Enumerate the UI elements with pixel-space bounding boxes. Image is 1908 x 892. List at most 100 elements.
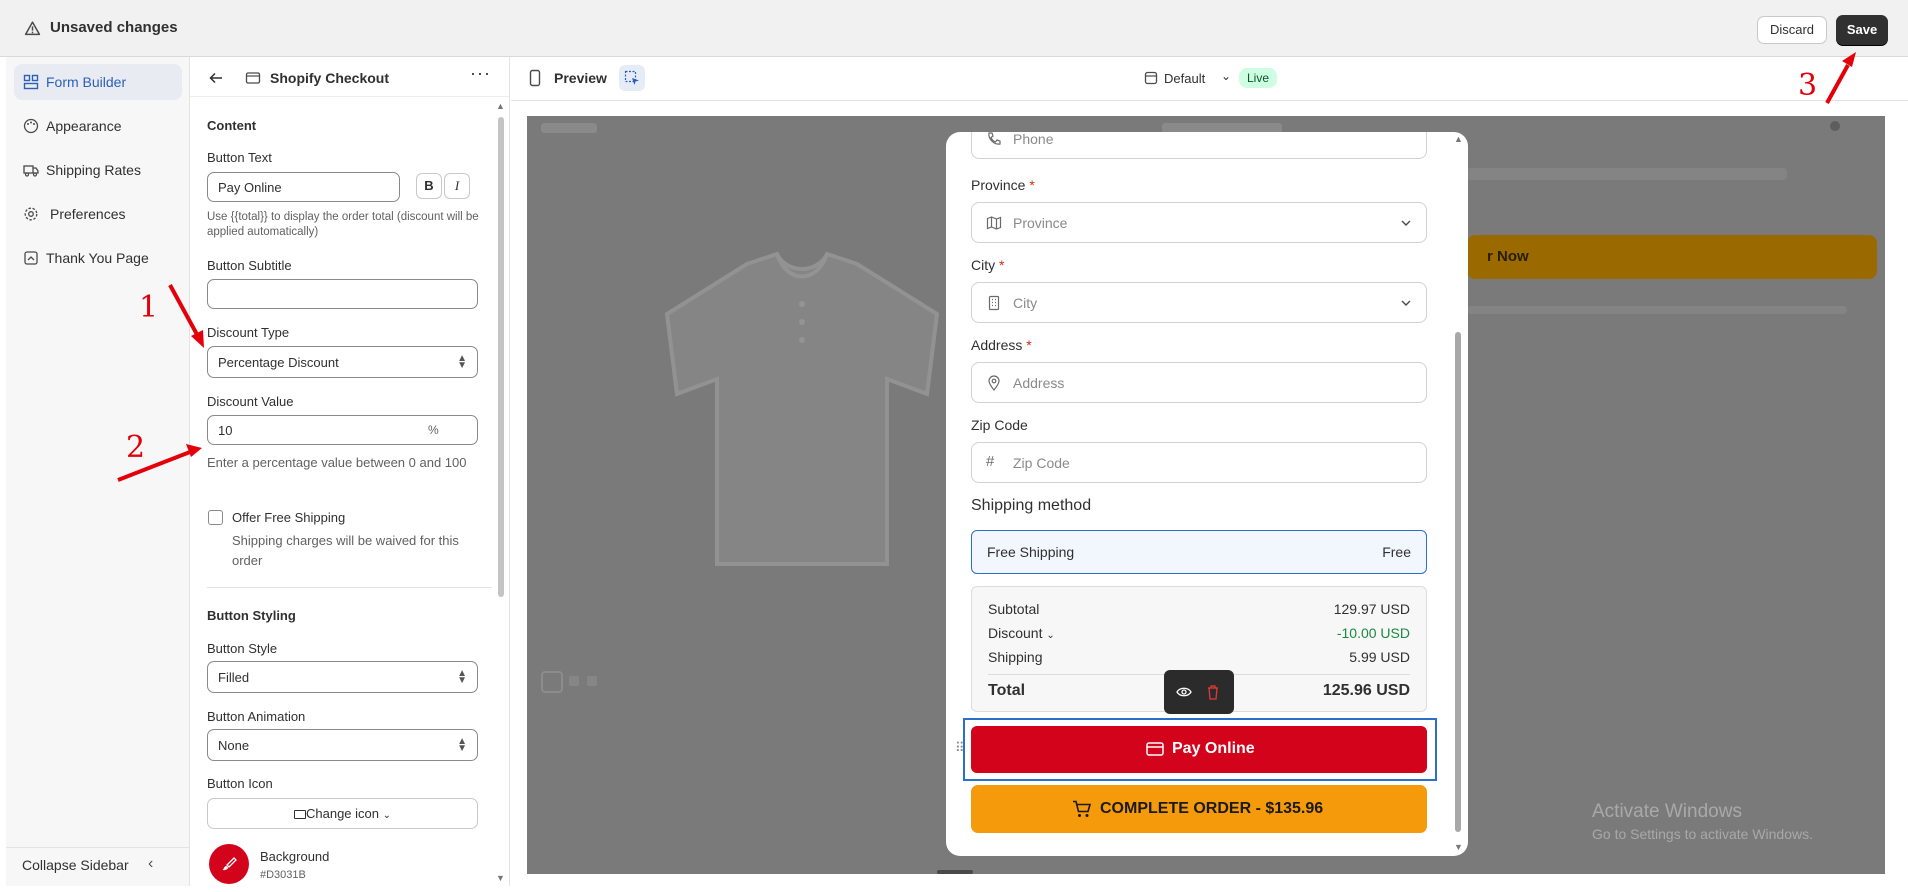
discount-value: -10.00 USD — [1336, 625, 1410, 641]
free-shipping-label: Offer Free Shipping — [232, 510, 346, 525]
total-value: 125.96 USD — [1322, 682, 1410, 699]
chevron-down-icon: ⌄ — [382, 810, 391, 821]
watermark-subtitle: Go to Settings to activate Windows. — [1592, 826, 1813, 842]
button-icon-label: Button Icon — [207, 776, 273, 791]
scroll-up-icon[interactable]: ▲ — [1454, 134, 1463, 144]
background-thumbnail — [587, 676, 597, 686]
discount-type-value: Percentage Discount — [218, 355, 339, 370]
more-options-icon[interactable]: ··· — [470, 63, 491, 84]
theme-select-value: Default — [1164, 71, 1206, 86]
trash-icon[interactable] — [1206, 684, 1220, 700]
italic-button[interactable]: I — [444, 173, 470, 199]
shipping-method-heading: Shipping method — [971, 497, 1092, 514]
annotation-number: 2 — [126, 430, 146, 465]
free-shipping-checkbox[interactable] — [208, 510, 223, 525]
province-label: Province * — [971, 177, 1035, 193]
phone-input[interactable]: Phone — [971, 132, 1427, 159]
button-text-input[interactable]: Pay Online — [207, 172, 400, 202]
discount-type-select[interactable]: Percentage Discount ▲ ▼ — [207, 346, 478, 378]
sidebar-item-form-builder[interactable]: Form Builder — [14, 64, 182, 100]
background-cart-icon — [1830, 121, 1840, 131]
mobile-device-icon[interactable] — [529, 69, 541, 87]
shipping-option-free[interactable]: Free Shipping Free — [971, 530, 1427, 574]
save-button[interactable]: Save — [1836, 15, 1888, 45]
collapse-sidebar-button[interactable]: Collapse Sidebar — [22, 857, 129, 873]
card-icon — [293, 810, 306, 820]
pay-online-label: Pay Online — [1172, 740, 1255, 757]
location-pin-icon — [988, 375, 1000, 391]
scroll-down-icon[interactable]: ▼ — [1454, 842, 1463, 852]
scroll-down-icon[interactable]: ▼ — [496, 873, 505, 883]
back-arrow-icon[interactable] — [208, 70, 224, 86]
sidebar-item-appearance[interactable]: Appearance — [14, 108, 182, 144]
shipping-option-price: Free — [1382, 544, 1411, 560]
province-select[interactable]: Province — [971, 202, 1427, 243]
province-placeholder: Province — [1013, 215, 1068, 231]
resize-handle[interactable] — [937, 870, 973, 874]
button-text-label: Button Text — [207, 150, 272, 165]
chevron-down-icon[interactable]: ⌄ — [1046, 630, 1054, 641]
content-heading: Content — [207, 118, 257, 133]
phone-placeholder: Phone — [1013, 132, 1054, 147]
chevron-down-icon — [1401, 300, 1411, 306]
complete-order-button[interactable]: COMPLETE ORDER - $135.96 — [971, 785, 1427, 833]
discount-label: Discount — [988, 625, 1043, 641]
sidebar-item-preferences[interactable]: Preferences — [14, 196, 182, 232]
sidebar-item-shipping-rates[interactable]: Shipping Rates — [14, 152, 182, 188]
sidebar-item-thank-you-page[interactable]: Thank You Page — [14, 240, 182, 276]
hash-icon: # — [986, 453, 995, 470]
shipping-row: Shipping 5.99 USD — [988, 649, 1410, 665]
button-style-select[interactable]: Filled ▲ ▼ — [207, 661, 478, 693]
pay-online-button[interactable]: Pay Online — [971, 726, 1427, 773]
sidebar-item-label: Preferences — [50, 206, 126, 222]
button-subtitle-label: Button Subtitle — [207, 258, 292, 273]
city-placeholder: City — [1013, 295, 1038, 311]
button-style-label: Button Style — [207, 641, 278, 656]
select-element-button[interactable] — [619, 65, 645, 91]
scroll-up-icon[interactable]: ▲ — [496, 101, 505, 111]
select-chevron-icon: ▲ ▼ — [457, 353, 467, 371]
background-label: Background — [260, 849, 330, 864]
button-style-value: Filled — [218, 670, 250, 685]
drag-handle-icon[interactable]: ⠿ — [955, 740, 964, 756]
modal-scrollbar[interactable] — [1455, 332, 1461, 832]
chevron-left-icon[interactable]: ‹ — [148, 855, 153, 873]
zip-label: Zip Code — [971, 417, 1028, 433]
button-animation-value: None — [218, 738, 250, 753]
eye-icon[interactable] — [1176, 685, 1192, 699]
bold-button[interactable]: B — [416, 173, 442, 199]
panel-title: Shopify Checkout — [270, 70, 390, 86]
annotation-number: 1 — [139, 290, 159, 325]
theme-icon — [1144, 71, 1158, 85]
preview-toolbar: Preview Default ⌄ Live — [511, 57, 1908, 101]
address-label: Address * — [971, 337, 1032, 353]
button-subtitle-input[interactable] — [207, 279, 478, 309]
subtotal-label: Subtotal — [988, 601, 1040, 617]
window-icon — [245, 72, 261, 84]
address-label-text: Address — [971, 337, 1023, 353]
panel-header: Shopify Checkout ··· — [190, 57, 509, 97]
watermark-title: Activate Windows — [1592, 801, 1742, 822]
sidebar-item-label: Shipping Rates — [46, 162, 141, 178]
required-mark: * — [999, 257, 1005, 273]
background-thumbnail — [541, 671, 563, 693]
zip-input[interactable]: # Zip Code — [971, 442, 1427, 483]
truck-icon — [23, 165, 39, 177]
discount-row[interactable]: Discount ⌄ -10.00 USD — [988, 625, 1410, 641]
panel-scrollbar[interactable] — [498, 117, 504, 597]
divider — [207, 587, 492, 588]
discard-button[interactable]: Discard — [1757, 16, 1827, 44]
city-label-text: City — [971, 257, 996, 273]
background-color-swatch[interactable] — [209, 844, 249, 884]
button-animation-select[interactable]: None ▲ ▼ — [207, 729, 478, 761]
address-input[interactable]: Address — [971, 362, 1427, 403]
change-icon-button[interactable]: Change icon ⌄ — [207, 798, 478, 829]
background-order-button: r Now — [1467, 235, 1877, 279]
live-badge: Live — [1239, 68, 1278, 88]
city-select[interactable]: City — [971, 282, 1427, 323]
sidebar-item-label: Thank You Page — [46, 250, 149, 266]
discount-value-input[interactable]: 10 % — [207, 415, 478, 445]
warning-icon — [24, 21, 41, 36]
select-chevron-icon: ▲ ▼ — [457, 736, 467, 754]
cursor-select-icon — [624, 70, 639, 85]
